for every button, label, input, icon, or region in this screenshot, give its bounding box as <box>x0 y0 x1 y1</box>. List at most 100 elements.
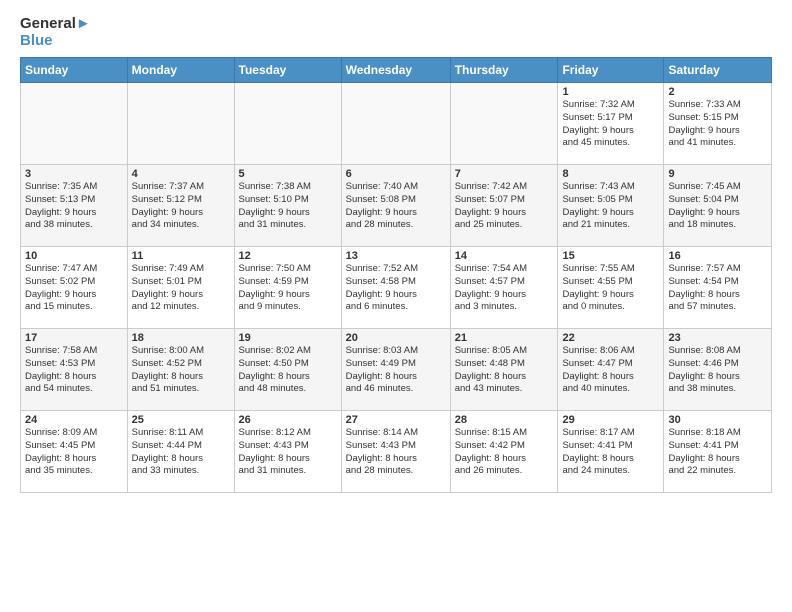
day-number: 26 <box>239 414 337 426</box>
calendar-cell <box>450 83 558 165</box>
day-info: Sunrise: 7:35 AM Sunset: 5:13 PM Dayligh… <box>25 181 123 232</box>
calendar-cell <box>127 83 234 165</box>
calendar-week-row: 3Sunrise: 7:35 AM Sunset: 5:13 PM Daylig… <box>21 165 772 247</box>
weekday-header: Wednesday <box>341 58 450 83</box>
day-info: Sunrise: 8:08 AM Sunset: 4:46 PM Dayligh… <box>668 345 767 396</box>
calendar-cell <box>21 83 128 165</box>
weekday-header: Friday <box>558 58 664 83</box>
calendar-cell: 14Sunrise: 7:54 AM Sunset: 4:57 PM Dayli… <box>450 247 558 329</box>
day-info: Sunrise: 8:02 AM Sunset: 4:50 PM Dayligh… <box>239 345 337 396</box>
day-number: 16 <box>668 250 767 262</box>
day-number: 7 <box>455 168 554 180</box>
day-info: Sunrise: 8:11 AM Sunset: 4:44 PM Dayligh… <box>132 427 230 478</box>
calendar-week-row: 24Sunrise: 8:09 AM Sunset: 4:45 PM Dayli… <box>21 411 772 493</box>
day-info: Sunrise: 8:06 AM Sunset: 4:47 PM Dayligh… <box>562 345 659 396</box>
calendar-cell <box>234 83 341 165</box>
calendar-cell: 3Sunrise: 7:35 AM Sunset: 5:13 PM Daylig… <box>21 165 128 247</box>
day-number: 21 <box>455 332 554 344</box>
logo-line2: Blue <box>20 33 91 50</box>
weekday-header: Tuesday <box>234 58 341 83</box>
calendar-cell: 11Sunrise: 7:49 AM Sunset: 5:01 PM Dayli… <box>127 247 234 329</box>
day-number: 8 <box>562 168 659 180</box>
day-info: Sunrise: 7:45 AM Sunset: 5:04 PM Dayligh… <box>668 181 767 232</box>
day-number: 29 <box>562 414 659 426</box>
day-info: Sunrise: 8:05 AM Sunset: 4:48 PM Dayligh… <box>455 345 554 396</box>
calendar-week-row: 1Sunrise: 7:32 AM Sunset: 5:17 PM Daylig… <box>21 83 772 165</box>
calendar-cell: 10Sunrise: 7:47 AM Sunset: 5:02 PM Dayli… <box>21 247 128 329</box>
calendar-cell: 18Sunrise: 8:00 AM Sunset: 4:52 PM Dayli… <box>127 329 234 411</box>
day-info: Sunrise: 7:55 AM Sunset: 4:55 PM Dayligh… <box>562 263 659 314</box>
day-number: 23 <box>668 332 767 344</box>
day-info: Sunrise: 7:52 AM Sunset: 4:58 PM Dayligh… <box>346 263 446 314</box>
day-info: Sunrise: 7:57 AM Sunset: 4:54 PM Dayligh… <box>668 263 767 314</box>
calendar-cell: 22Sunrise: 8:06 AM Sunset: 4:47 PM Dayli… <box>558 329 664 411</box>
calendar-cell <box>341 83 450 165</box>
day-number: 25 <box>132 414 230 426</box>
calendar-cell: 13Sunrise: 7:52 AM Sunset: 4:58 PM Dayli… <box>341 247 450 329</box>
calendar-cell: 5Sunrise: 7:38 AM Sunset: 5:10 PM Daylig… <box>234 165 341 247</box>
calendar-cell: 26Sunrise: 8:12 AM Sunset: 4:43 PM Dayli… <box>234 411 341 493</box>
day-number: 28 <box>455 414 554 426</box>
day-number: 12 <box>239 250 337 262</box>
day-info: Sunrise: 7:47 AM Sunset: 5:02 PM Dayligh… <box>25 263 123 314</box>
calendar-week-row: 10Sunrise: 7:47 AM Sunset: 5:02 PM Dayli… <box>21 247 772 329</box>
day-info: Sunrise: 7:49 AM Sunset: 5:01 PM Dayligh… <box>132 263 230 314</box>
day-info: Sunrise: 8:18 AM Sunset: 4:41 PM Dayligh… <box>668 427 767 478</box>
day-number: 4 <box>132 168 230 180</box>
day-number: 22 <box>562 332 659 344</box>
calendar-cell: 4Sunrise: 7:37 AM Sunset: 5:12 PM Daylig… <box>127 165 234 247</box>
calendar-cell: 12Sunrise: 7:50 AM Sunset: 4:59 PM Dayli… <box>234 247 341 329</box>
day-info: Sunrise: 8:14 AM Sunset: 4:43 PM Dayligh… <box>346 427 446 478</box>
day-info: Sunrise: 7:50 AM Sunset: 4:59 PM Dayligh… <box>239 263 337 314</box>
weekday-header: Saturday <box>664 58 772 83</box>
day-info: Sunrise: 7:38 AM Sunset: 5:10 PM Dayligh… <box>239 181 337 232</box>
day-number: 3 <box>25 168 123 180</box>
day-number: 10 <box>25 250 123 262</box>
logo-container: General► Blue <box>20 16 91 49</box>
calendar-cell: 29Sunrise: 8:17 AM Sunset: 4:41 PM Dayli… <box>558 411 664 493</box>
day-info: Sunrise: 7:54 AM Sunset: 4:57 PM Dayligh… <box>455 263 554 314</box>
calendar-cell: 6Sunrise: 7:40 AM Sunset: 5:08 PM Daylig… <box>341 165 450 247</box>
calendar-cell: 21Sunrise: 8:05 AM Sunset: 4:48 PM Dayli… <box>450 329 558 411</box>
calendar-cell: 25Sunrise: 8:11 AM Sunset: 4:44 PM Dayli… <box>127 411 234 493</box>
day-info: Sunrise: 8:00 AM Sunset: 4:52 PM Dayligh… <box>132 345 230 396</box>
day-number: 13 <box>346 250 446 262</box>
day-number: 30 <box>668 414 767 426</box>
page: General► Blue SundayMondayTuesdayWednesd… <box>0 0 792 503</box>
calendar-cell: 8Sunrise: 7:43 AM Sunset: 5:05 PM Daylig… <box>558 165 664 247</box>
day-number: 9 <box>668 168 767 180</box>
calendar-cell: 27Sunrise: 8:14 AM Sunset: 4:43 PM Dayli… <box>341 411 450 493</box>
weekday-header: Sunday <box>21 58 128 83</box>
day-number: 17 <box>25 332 123 344</box>
day-info: Sunrise: 8:09 AM Sunset: 4:45 PM Dayligh… <box>25 427 123 478</box>
calendar-cell: 20Sunrise: 8:03 AM Sunset: 4:49 PM Dayli… <box>341 329 450 411</box>
day-info: Sunrise: 8:17 AM Sunset: 4:41 PM Dayligh… <box>562 427 659 478</box>
calendar-cell: 1Sunrise: 7:32 AM Sunset: 5:17 PM Daylig… <box>558 83 664 165</box>
day-number: 20 <box>346 332 446 344</box>
calendar-cell: 24Sunrise: 8:09 AM Sunset: 4:45 PM Dayli… <box>21 411 128 493</box>
day-number: 18 <box>132 332 230 344</box>
day-number: 15 <box>562 250 659 262</box>
calendar-cell: 19Sunrise: 8:02 AM Sunset: 4:50 PM Dayli… <box>234 329 341 411</box>
day-number: 5 <box>239 168 337 180</box>
day-number: 14 <box>455 250 554 262</box>
day-info: Sunrise: 7:37 AM Sunset: 5:12 PM Dayligh… <box>132 181 230 232</box>
header: General► Blue <box>20 16 772 49</box>
day-number: 1 <box>562 86 659 98</box>
day-number: 11 <box>132 250 230 262</box>
calendar-cell: 9Sunrise: 7:45 AM Sunset: 5:04 PM Daylig… <box>664 165 772 247</box>
day-number: 2 <box>668 86 767 98</box>
calendar-cell: 7Sunrise: 7:42 AM Sunset: 5:07 PM Daylig… <box>450 165 558 247</box>
day-info: Sunrise: 7:42 AM Sunset: 5:07 PM Dayligh… <box>455 181 554 232</box>
logo-line1: General► <box>20 16 91 33</box>
weekday-header: Monday <box>127 58 234 83</box>
calendar-cell: 15Sunrise: 7:55 AM Sunset: 4:55 PM Dayli… <box>558 247 664 329</box>
logo: General► Blue <box>20 16 91 49</box>
day-info: Sunrise: 7:33 AM Sunset: 5:15 PM Dayligh… <box>668 99 767 150</box>
day-number: 27 <box>346 414 446 426</box>
calendar-cell: 17Sunrise: 7:58 AM Sunset: 4:53 PM Dayli… <box>21 329 128 411</box>
day-info: Sunrise: 8:12 AM Sunset: 4:43 PM Dayligh… <box>239 427 337 478</box>
day-number: 24 <box>25 414 123 426</box>
day-info: Sunrise: 7:43 AM Sunset: 5:05 PM Dayligh… <box>562 181 659 232</box>
day-number: 19 <box>239 332 337 344</box>
